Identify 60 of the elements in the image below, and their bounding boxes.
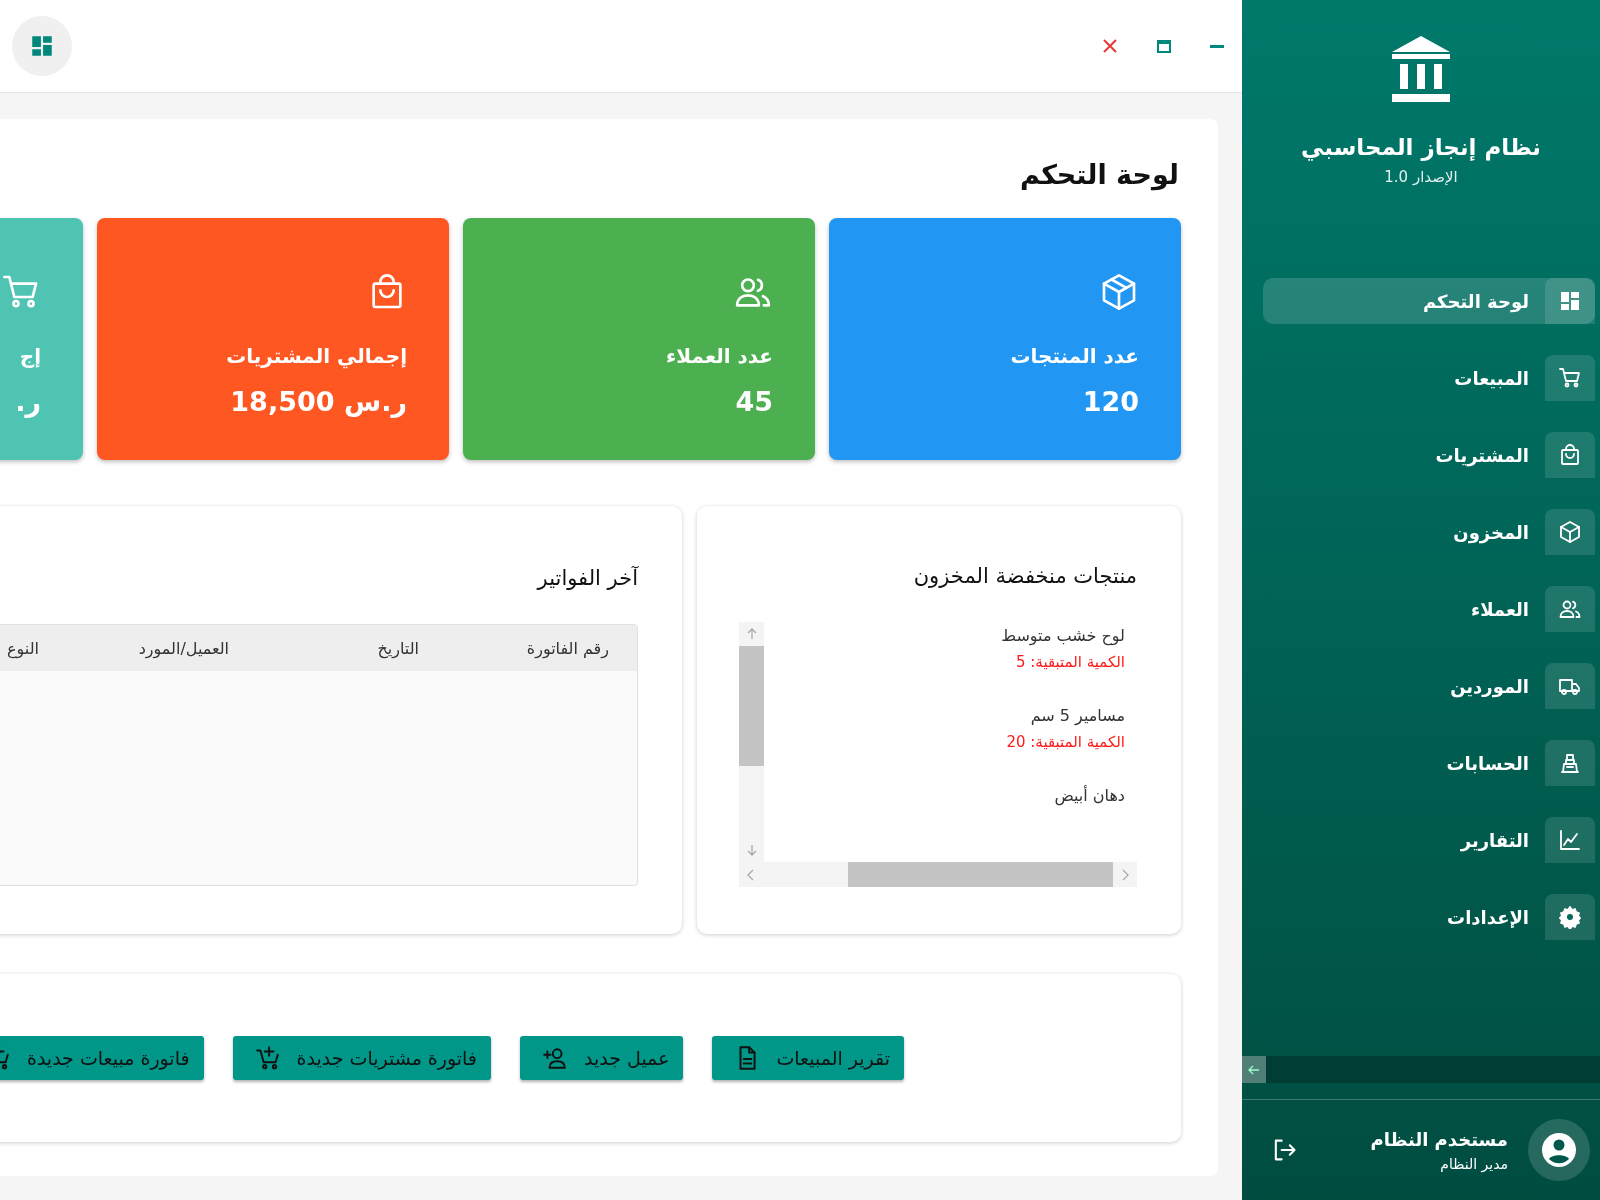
user-name: مستخدم النظام xyxy=(1369,1128,1508,1150)
action-button[interactable]: فاتورة مشتريات جديدة xyxy=(232,1036,491,1080)
remaining-quantity: الكمية المتبقية: 5 xyxy=(1014,652,1125,673)
close-icon xyxy=(1102,38,1118,54)
cash-register-icon xyxy=(1558,751,1582,775)
horizontal-scrollbar[interactable] xyxy=(1242,1056,1600,1083)
nav-item[interactable]: المخزون xyxy=(1263,509,1595,555)
column-header[interactable]: التاريخ xyxy=(229,638,419,658)
right-chevron-icon xyxy=(1121,868,1129,881)
product-name: دهان أبيض xyxy=(1053,784,1125,808)
stat-value: ر. xyxy=(15,386,41,417)
panel-title: آخر الفواتير xyxy=(535,566,638,590)
settings-icon xyxy=(1558,905,1582,929)
box-icon xyxy=(1558,520,1582,544)
nav-item[interactable]: الإعدادات xyxy=(1263,894,1595,940)
column-header[interactable]: العميل/المورد xyxy=(39,638,229,658)
horizontal-scrollbar[interactable] xyxy=(739,862,1137,887)
stat-value: 45 xyxy=(735,386,773,417)
line-chart-icon xyxy=(1558,828,1582,852)
stat-title: عدد المنتجات xyxy=(1010,343,1139,370)
remaining-quantity: الكمية المتبقية: 20 xyxy=(1005,732,1125,753)
nav-item[interactable]: الحسابات xyxy=(1263,740,1595,786)
product-name: لوح خشب متوسط xyxy=(1000,625,1125,648)
vertical-scrollbar[interactable] xyxy=(739,622,764,862)
nav-item[interactable]: المشتريات xyxy=(1263,432,1595,478)
action-button[interactable]: تقرير المبيعات xyxy=(712,1036,904,1080)
down-arrow-icon xyxy=(746,844,757,856)
bank-icon xyxy=(1390,34,1452,104)
column-header[interactable]: رقم الفاتورة xyxy=(419,638,609,658)
column-header[interactable]: النوع xyxy=(0,638,39,658)
stat-title: عدد العملاء xyxy=(666,343,773,370)
nav-item[interactable]: العملاء xyxy=(1263,586,1595,632)
action-button[interactable]: فاتورة مبيعات جديدة xyxy=(0,1036,204,1080)
shopping-bag-icon xyxy=(1558,443,1582,467)
up-arrow-icon xyxy=(746,628,757,640)
minimize-icon xyxy=(1210,44,1224,48)
left-arrow-icon xyxy=(1248,1064,1260,1075)
avatar-icon xyxy=(1528,1119,1590,1181)
left-chevron-icon xyxy=(747,868,755,881)
product-name: مسامير 5 سم xyxy=(1029,705,1125,727)
maximize-icon xyxy=(1156,38,1172,54)
stat-title: إج xyxy=(19,343,41,370)
nav-item[interactable]: التقارير xyxy=(1263,817,1595,863)
panel-title: منتجات منخفضة المخزون xyxy=(912,564,1137,588)
cart-icon xyxy=(1558,366,1582,390)
action-button[interactable]: عميل جديد xyxy=(519,1036,684,1080)
stat-value: ر.س 18,500 xyxy=(230,386,407,417)
dashboard-icon xyxy=(1558,289,1582,313)
add-to-cart-icon xyxy=(254,1045,281,1071)
dashboard-icon xyxy=(29,33,55,59)
app-title: نظام إنجاز المحاسبي xyxy=(1301,134,1541,160)
nav-item[interactable]: لوحة التحكم xyxy=(1263,278,1595,324)
nav-item[interactable]: المبيعات xyxy=(1263,355,1595,401)
stat-value: 120 xyxy=(1082,386,1139,417)
stat-title: إجمالي المشتريات xyxy=(226,343,407,371)
user-role: مدير النظام xyxy=(1439,1155,1508,1172)
page-title: لوحة التحكم xyxy=(1018,159,1179,190)
version-label: الإصدار 1.0 xyxy=(1384,168,1458,186)
add-person-icon xyxy=(541,1045,568,1071)
nav-item[interactable]: الموردين xyxy=(1263,663,1595,709)
